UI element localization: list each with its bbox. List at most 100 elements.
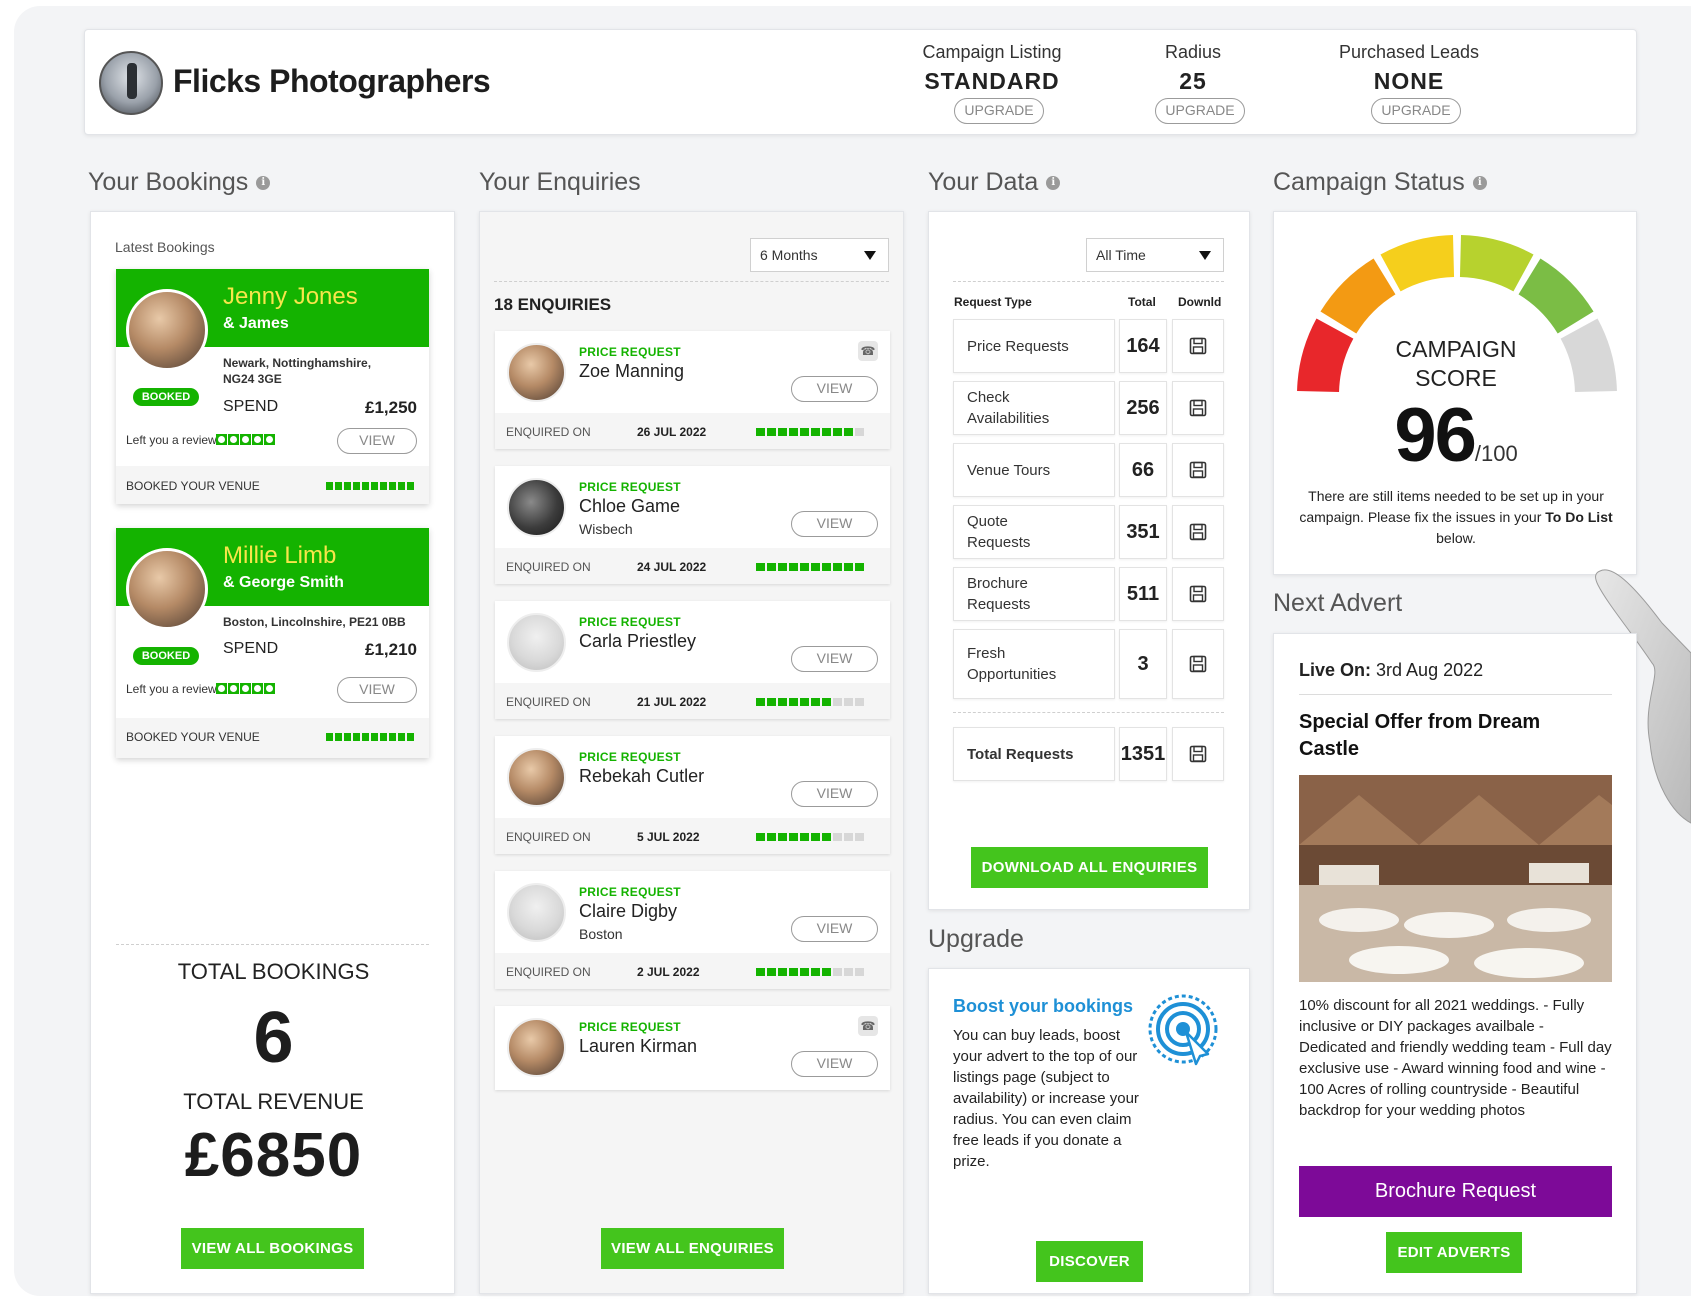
save-disk-icon bbox=[1189, 337, 1207, 355]
info-icon[interactable]: i bbox=[1472, 175, 1487, 190]
enquiry-card: PRICE REQUEST Carla Priestley VIEW ENQUIR… bbox=[495, 601, 890, 719]
enquiry-type: PRICE REQUEST bbox=[579, 615, 681, 629]
enquiry-date: 26 JUL 2022 bbox=[637, 425, 707, 439]
request-total-cell: 3 bbox=[1119, 629, 1167, 699]
total-bookings-value: 6 bbox=[253, 998, 294, 1078]
upgrade-section-title: Upgrade bbox=[928, 925, 1024, 954]
total-requests-label: Total Requests bbox=[953, 727, 1115, 781]
view-enquiry-button[interactable]: VIEW bbox=[791, 781, 878, 807]
upgrade-leads-button[interactable]: UPGRADE bbox=[1371, 98, 1461, 124]
upgrade-heading: Boost your bookings bbox=[953, 996, 1133, 1016]
upgrade-radius-button[interactable]: UPGRADE bbox=[1155, 98, 1245, 124]
enquiry-type: PRICE REQUEST bbox=[579, 885, 681, 899]
progress-segment bbox=[844, 833, 853, 841]
progress-segment bbox=[822, 698, 831, 706]
enquiry-card: PRICE REQUEST Rebekah Cutler VIEW ENQUIRE… bbox=[495, 736, 890, 854]
progress-segment bbox=[833, 968, 842, 976]
gauge-segment bbox=[1320, 258, 1396, 334]
enquiry-progress bbox=[756, 968, 864, 976]
download-row-button[interactable] bbox=[1172, 381, 1224, 435]
total-requests-value: 1351 bbox=[1119, 727, 1167, 781]
download-row-button[interactable] bbox=[1172, 505, 1224, 559]
enquiry-type: PRICE REQUEST bbox=[579, 1020, 681, 1034]
progress-segment bbox=[778, 833, 787, 841]
gauge-segment bbox=[1380, 235, 1455, 292]
divider bbox=[953, 712, 1224, 713]
score-number: 96 bbox=[1394, 393, 1477, 478]
view-booking-button[interactable]: VIEW bbox=[337, 428, 417, 454]
upgrade-title-text: Upgrade bbox=[928, 925, 1024, 953]
total-revenue-value: £6850 bbox=[184, 1121, 363, 1190]
brochure-request-button[interactable]: Brochure Request bbox=[1299, 1166, 1612, 1217]
venue-photo bbox=[1299, 775, 1612, 982]
enquirer-name: Zoe Manning bbox=[579, 361, 685, 381]
enquiry-type: PRICE REQUEST bbox=[579, 345, 681, 359]
enquiry-date: 5 JUL 2022 bbox=[637, 830, 700, 844]
progress-segment bbox=[800, 428, 809, 436]
progress-segment bbox=[789, 698, 798, 706]
data-period-select[interactable]: All Time bbox=[1086, 238, 1224, 272]
download-all-enquiries-button[interactable]: DOWNLOAD ALL ENQUIRIES bbox=[971, 847, 1208, 888]
view-enquiry-button[interactable]: VIEW bbox=[791, 916, 878, 942]
latest-bookings-label: Latest Bookings bbox=[115, 239, 215, 255]
view-all-bookings-button[interactable]: VIEW ALL BOOKINGS bbox=[181, 1228, 364, 1269]
view-enquiry-button[interactable]: VIEW bbox=[791, 1051, 878, 1077]
download-row-button[interactable] bbox=[1172, 629, 1224, 699]
progress-segment bbox=[767, 968, 776, 976]
request-total-cell: 351 bbox=[1119, 505, 1167, 559]
to-do-list-link[interactable]: To Do List bbox=[1545, 509, 1612, 525]
progress-segment bbox=[767, 698, 776, 706]
request-total-cell: 164 bbox=[1119, 319, 1167, 373]
enquirer-name: Claire Digby bbox=[579, 901, 678, 921]
progress-segment bbox=[789, 968, 798, 976]
download-row-button[interactable] bbox=[1172, 319, 1224, 373]
edit-adverts-button[interactable]: EDIT ADVERTS bbox=[1386, 1232, 1522, 1273]
divider bbox=[1299, 694, 1612, 695]
request-type-cell: Check Availabilities bbox=[953, 381, 1115, 435]
spend-label: SPEND bbox=[223, 398, 279, 415]
enquirer-avatar bbox=[507, 1018, 566, 1077]
download-total-button[interactable] bbox=[1172, 727, 1224, 781]
request-type-cell: Quote Requests bbox=[953, 505, 1115, 559]
view-enquiry-button[interactable]: VIEW bbox=[791, 376, 878, 402]
progress-segment bbox=[811, 833, 820, 841]
spend-amount: £1,210 bbox=[365, 640, 417, 659]
info-icon[interactable]: i bbox=[1046, 175, 1061, 190]
brand-logo bbox=[99, 51, 163, 115]
campaign-message: There are still items needed to be set u… bbox=[1294, 486, 1618, 549]
review-text: Left you a review bbox=[126, 433, 217, 447]
progress-segment bbox=[833, 563, 842, 571]
info-icon[interactable]: i bbox=[256, 175, 271, 190]
booking-address: Newark, Nottinghamshire, bbox=[223, 356, 372, 370]
download-row-button[interactable] bbox=[1172, 567, 1224, 621]
view-booking-button[interactable]: VIEW bbox=[337, 677, 417, 703]
request-total-cell: 66 bbox=[1119, 443, 1167, 497]
bookings-panel: Latest Bookings Jenny Jones & James Newa… bbox=[90, 211, 455, 1294]
progress-segment bbox=[855, 968, 864, 976]
discover-button[interactable]: DISCOVER bbox=[1036, 1241, 1143, 1282]
booking-partner: & George Smith bbox=[223, 574, 344, 591]
download-row-button[interactable] bbox=[1172, 443, 1224, 497]
enquiry-card: PRICE REQUEST Lauren Kirman ☎ VIEW bbox=[495, 1006, 890, 1090]
progress-segment bbox=[789, 563, 798, 571]
enquiries-title-text: Your Enquiries bbox=[479, 168, 641, 196]
enquired-on-label: ENQUIRED ON bbox=[506, 830, 591, 844]
enquiries-period-select[interactable]: 6 Months bbox=[750, 238, 889, 272]
phone-icon[interactable]: ☎ bbox=[858, 341, 878, 361]
progress-segment bbox=[767, 428, 776, 436]
booking-footer-label: BOOKED YOUR VENUE bbox=[126, 479, 260, 493]
progress-segment bbox=[822, 833, 831, 841]
progress-segment bbox=[833, 428, 842, 436]
phone-icon[interactable]: ☎ bbox=[858, 1016, 878, 1036]
period-select-value: 6 Months bbox=[760, 247, 818, 263]
view-enquiry-button[interactable]: VIEW bbox=[791, 646, 878, 672]
request-type-cell: Price Requests bbox=[953, 319, 1115, 373]
upgrade-listing-button[interactable]: UPGRADE bbox=[954, 98, 1044, 124]
view-all-enquiries-button[interactable]: VIEW ALL ENQUIRIES bbox=[601, 1228, 784, 1269]
save-disk-icon bbox=[1189, 655, 1207, 673]
view-enquiry-button[interactable]: VIEW bbox=[791, 511, 878, 537]
data-section-title: Your Data i bbox=[928, 168, 1061, 197]
brand-name: Flicks Photographers bbox=[173, 63, 491, 99]
progress-segment bbox=[756, 833, 765, 841]
booking-address: Boston, Lincolnshire, PE21 0BB bbox=[223, 615, 406, 629]
